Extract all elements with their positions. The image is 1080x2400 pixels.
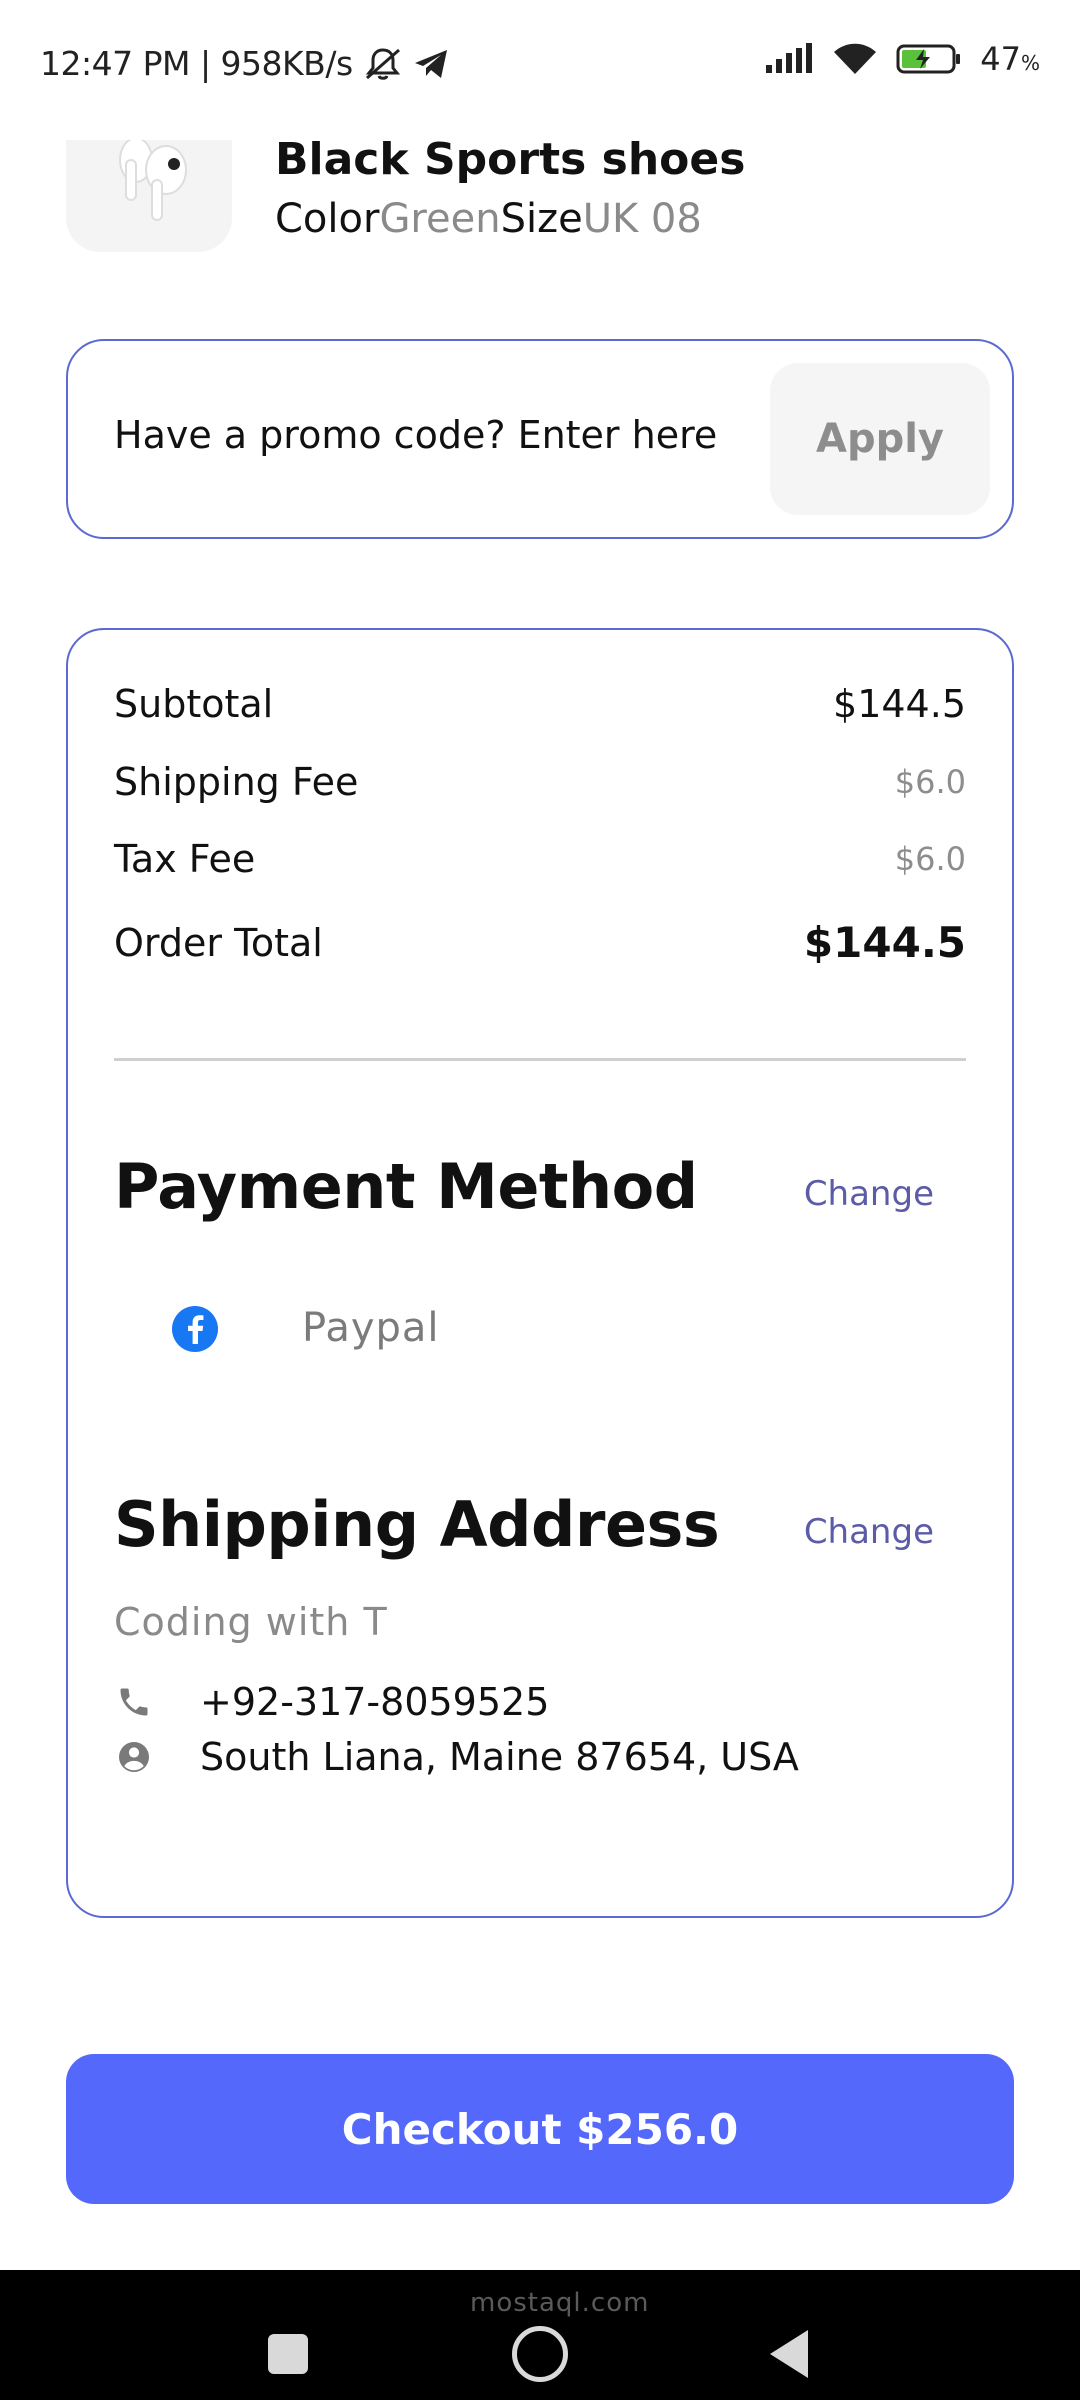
summary-label: Tax Fee [114, 837, 256, 881]
summary-row-order-total: Order Total $144.5 [114, 918, 966, 967]
bell-off-icon [363, 46, 403, 82]
recent-apps-button[interactable] [268, 2334, 308, 2374]
change-payment-link[interactable]: Change [804, 1174, 934, 1214]
shipping-phone: +92-317-8059525 [200, 1680, 550, 1724]
signal-icon [764, 43, 814, 75]
wifi-icon [832, 42, 878, 76]
account-circle-icon [114, 1737, 154, 1777]
promo-code-card: Have a promo code? Enter here Apply [66, 339, 1014, 539]
home-button[interactable] [512, 2326, 568, 2382]
shipping-phone-row: +92-317-8059525 [114, 1680, 549, 1724]
phone-icon [114, 1682, 154, 1722]
summary-label: Shipping Fee [114, 760, 359, 804]
checkout-button[interactable]: Checkout $256.0 [66, 2054, 1014, 2204]
status-right: 47% [764, 40, 1040, 78]
promo-code-input[interactable]: Have a promo code? Enter here [114, 413, 717, 457]
product-attributes: Color Green Size UK 08 [275, 196, 702, 242]
summary-row-subtotal: Subtotal $144.5 [114, 682, 966, 726]
size-label: Size [500, 196, 583, 242]
summary-value: $6.0 [894, 840, 966, 878]
change-address-link[interactable]: Change [804, 1512, 934, 1552]
status-time-network: 12:47 PM | 958KB/s [40, 44, 353, 83]
order-summary-card: Subtotal $144.5 Shipping Fee $6.0 Tax Fe… [66, 628, 1014, 1918]
color-value: Green [379, 196, 501, 242]
payment-method-name: Paypal [302, 1305, 440, 1351]
summary-value: $6.0 [894, 763, 966, 801]
summary-value: $144.5 [833, 682, 966, 726]
summary-value: $144.5 [803, 918, 966, 967]
shipping-address-title: Shipping Address [114, 1488, 720, 1561]
apply-button[interactable]: Apply [770, 363, 990, 515]
divider [114, 1058, 966, 1061]
watermark: mostaql.com [470, 2288, 650, 2318]
navigation-bar: mostaql.com [0, 2270, 1080, 2400]
size-value: UK 08 [582, 196, 702, 242]
facebook-icon [172, 1306, 218, 1352]
shipping-address: South Liana, Maine 87654, USA [200, 1735, 799, 1779]
status-bar: 12:47 PM | 958KB/s 47% [0, 0, 1080, 130]
payment-method-title: Payment Method [114, 1150, 698, 1223]
telegram-icon [413, 48, 449, 80]
summary-label: Subtotal [114, 682, 274, 726]
status-left: 12:47 PM | 958KB/s [40, 44, 449, 83]
battery-percent: 47% [980, 40, 1040, 78]
shipping-name: Coding with T [114, 1600, 388, 1644]
product-image [66, 140, 232, 252]
shipping-address-row: South Liana, Maine 87654, USA [114, 1735, 799, 1779]
summary-row-shipping-fee: Shipping Fee $6.0 [114, 760, 966, 804]
summary-label: Order Total [114, 920, 323, 965]
color-label: Color [275, 196, 380, 242]
battery-icon [896, 43, 962, 75]
summary-row-tax-fee: Tax Fee $6.0 [114, 837, 966, 881]
product-name: Black Sports shoes [275, 134, 746, 185]
back-button[interactable] [770, 2330, 808, 2378]
